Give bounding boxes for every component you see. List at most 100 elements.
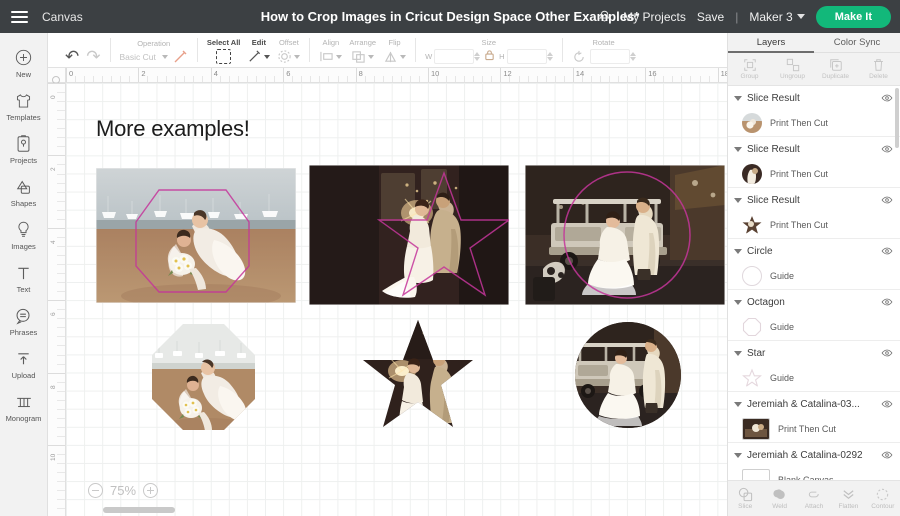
canvas-grid[interactable]: More examples! 75% xyxy=(66,83,727,516)
ruler-minor-tick xyxy=(174,76,176,82)
width-input[interactable] xyxy=(434,49,475,64)
sidebar-item-monogram[interactable]: Monogram xyxy=(0,385,48,428)
chevron-down-icon[interactable] xyxy=(734,95,742,101)
layer-header[interactable]: Jeremiah & Catalina-03... xyxy=(728,392,900,416)
ruler-minor-tick xyxy=(618,76,620,82)
width-stepper[interactable] xyxy=(474,52,481,61)
layer-header[interactable]: Star xyxy=(728,341,900,365)
select-all-button[interactable]: Select All xyxy=(207,38,240,65)
layer-header[interactable]: Jeremiah & Catalina-0292 xyxy=(728,443,900,467)
delete-button[interactable]: Delete xyxy=(857,53,900,85)
lock-icon[interactable] xyxy=(484,48,495,66)
edit-button[interactable]: Edit xyxy=(247,38,271,65)
sidebar-item-images[interactable]: Images xyxy=(0,213,48,256)
save-button[interactable]: Save xyxy=(697,10,724,24)
operation-control[interactable]: Operation Basic Cut xyxy=(120,39,188,65)
notification-bell-icon[interactable] xyxy=(597,9,612,24)
layer-sublayer[interactable]: Blank Canvas xyxy=(728,467,900,480)
tab-color-sync[interactable]: Color Sync xyxy=(814,33,900,53)
group-button[interactable]: Group xyxy=(728,53,771,85)
rotate-stepper[interactable] xyxy=(629,52,636,61)
my-projects-link[interactable]: My Projects xyxy=(623,10,686,24)
layer-header[interactable]: Octagon xyxy=(728,290,900,314)
sidebar-item-text[interactable]: Text xyxy=(0,256,48,299)
ruler-tick-label: 4 xyxy=(50,240,57,244)
flatten-button[interactable]: Flatten xyxy=(831,481,865,516)
sidebar-item-projects[interactable]: Projects xyxy=(0,127,48,170)
layer-header[interactable]: Slice Result xyxy=(728,86,900,110)
ruler-tick-label: 6 xyxy=(286,69,291,78)
ruler-minor-tick xyxy=(590,76,592,82)
beach-photo-with-octagon[interactable] xyxy=(96,168,296,303)
canvas-label[interactable]: Canvas xyxy=(42,10,83,24)
eye-icon[interactable] xyxy=(881,194,893,206)
chevron-down-icon[interactable] xyxy=(734,248,742,254)
eye-icon[interactable] xyxy=(881,92,893,104)
rotate-input[interactable] xyxy=(589,49,630,64)
canvas-heading-text[interactable]: More examples! xyxy=(96,116,250,142)
sidebar-item-upload[interactable]: Upload xyxy=(0,342,48,385)
chevron-down-icon[interactable] xyxy=(734,299,742,305)
eye-icon[interactable] xyxy=(881,245,893,257)
chevron-down-icon[interactable] xyxy=(734,452,742,458)
machine-selector[interactable]: Maker 3 xyxy=(749,10,805,24)
layer-sublayer[interactable]: Guide xyxy=(728,365,900,391)
flip-button[interactable]: Flip xyxy=(383,38,407,65)
sidebar-item-templates[interactable]: Templates xyxy=(0,84,48,127)
eye-icon[interactable] xyxy=(881,398,893,410)
attach-button[interactable]: Attach xyxy=(797,481,831,516)
ungroup-button[interactable]: Ungroup xyxy=(771,53,814,85)
layers-scrollbar[interactable] xyxy=(895,88,899,148)
height-stepper[interactable] xyxy=(546,52,553,61)
duplicate-button[interactable]: Duplicate xyxy=(814,53,857,85)
align-button[interactable]: Align xyxy=(319,38,343,65)
circle-cropped-result[interactable] xyxy=(574,321,682,429)
ruler-minor-tick xyxy=(57,363,65,365)
undo-button[interactable]: ↶ xyxy=(65,48,79,65)
chevron-down-icon[interactable] xyxy=(734,401,742,407)
make-it-button[interactable]: Make It xyxy=(815,5,891,28)
eye-icon[interactable] xyxy=(881,347,893,359)
contour-button[interactable]: Contour xyxy=(866,481,900,516)
arrange-button[interactable]: Arrange xyxy=(349,38,376,65)
sidebar-item-new[interactable]: New xyxy=(0,41,48,84)
layer-header[interactable]: Slice Result xyxy=(728,137,900,161)
eye-icon[interactable] xyxy=(881,449,893,461)
zoom-out-button[interactable] xyxy=(88,483,103,498)
redo-button[interactable]: ↷ xyxy=(86,48,100,65)
layer-sublayer[interactable]: Print Then Cut xyxy=(728,161,900,187)
weld-button[interactable]: Weld xyxy=(762,481,796,516)
chevron-down-icon[interactable] xyxy=(734,197,742,203)
hamburger-menu-icon[interactable] xyxy=(0,10,38,23)
chevron-down-icon[interactable] xyxy=(734,350,742,356)
night-photo-with-star[interactable] xyxy=(309,165,509,305)
layers-list[interactable]: Slice Result Print Then Cut Slice Result xyxy=(728,86,900,480)
sidebar-item-shapes[interactable]: Shapes xyxy=(0,170,48,213)
chevron-down-icon[interactable] xyxy=(734,146,742,152)
layer-thumbnail xyxy=(742,368,762,388)
slice-button[interactable]: Slice xyxy=(728,481,762,516)
operation-field[interactable]: Basic Cut xyxy=(120,49,188,65)
layer-header[interactable]: Slice Result xyxy=(728,188,900,212)
layer-sublayer[interactable]: Print Then Cut xyxy=(728,110,900,136)
ruler-minor-tick xyxy=(699,76,701,82)
star-cropped-result[interactable] xyxy=(362,319,474,431)
height-input[interactable] xyxy=(506,49,547,64)
layer-sublayer[interactable]: Print Then Cut xyxy=(728,416,900,442)
layer-sublayer[interactable]: Guide xyxy=(728,263,900,289)
canvas-area[interactable]: 0 2 4 6 8 10 12 14 16 18 0 2 4 6 8 10 More examples! xyxy=(48,68,727,516)
layer-header[interactable]: Circle xyxy=(728,239,900,263)
sidebar-item-phrases[interactable]: Phrases xyxy=(0,299,48,342)
layer-name: Circle xyxy=(747,245,773,257)
layer-sublayer[interactable]: Print Then Cut xyxy=(728,212,900,238)
offset-button[interactable]: Offset xyxy=(277,38,301,65)
horizontal-scrollbar[interactable] xyxy=(103,507,175,513)
eye-icon[interactable] xyxy=(881,143,893,155)
golfcart-photo-with-circle[interactable] xyxy=(525,165,725,305)
tab-layers[interactable]: Layers xyxy=(728,33,814,53)
zoom-in-button[interactable] xyxy=(143,483,159,498)
octagon-cropped-result[interactable] xyxy=(151,323,256,431)
eye-icon[interactable] xyxy=(881,296,893,308)
layer-sublayer[interactable]: Guide xyxy=(728,314,900,340)
ruler-minor-tick xyxy=(57,101,65,103)
